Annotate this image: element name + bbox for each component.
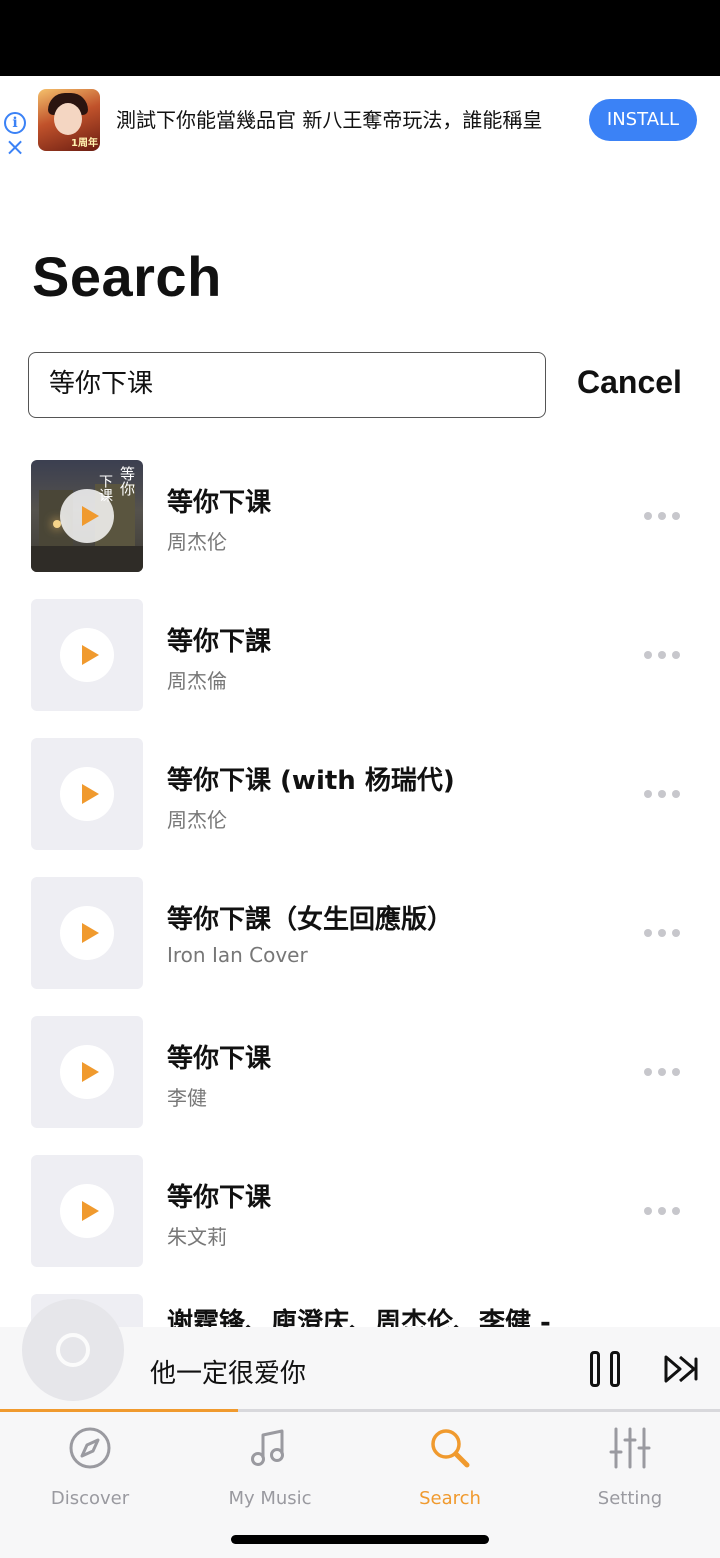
search-icon <box>431 1429 470 1468</box>
play-icon <box>82 645 99 665</box>
album-placeholder[interactable] <box>31 599 143 711</box>
ad-banner[interactable]: i × 1周年 測試下你能當幾品官 新八王奪帝玩法，誰能稱皇 INSTALL <box>0 76 720 172</box>
install-button[interactable]: INSTALL <box>589 99 697 141</box>
song-artist: 李健 <box>167 1086 207 1110</box>
ad-thumb-badge: 1周年 <box>71 138 98 149</box>
search-input[interactable]: 等你下课 <box>28 352 546 418</box>
list-item[interactable]: 等你 下课 等你下课 周杰伦 <box>0 460 720 572</box>
song-artist: 周杰倫 <box>167 669 227 693</box>
artwork-street <box>31 546 143 572</box>
now-playing-title[interactable]: 他一定很爱你 <box>150 1353 306 1390</box>
song-title: 等你下課（女生回應版） <box>167 905 454 935</box>
song-title: 等你下课 <box>167 1044 272 1074</box>
album-placeholder[interactable] <box>31 738 143 850</box>
more-options-button[interactable] <box>640 784 684 804</box>
tab-label: Search <box>419 1488 481 1509</box>
tab-search[interactable]: Search <box>360 1426 540 1516</box>
song-artist: 朱文莉 <box>167 1225 227 1249</box>
mini-player[interactable]: 他一定很爱你 <box>0 1299 720 1411</box>
more-options-button[interactable] <box>640 1201 684 1221</box>
song-artist: 周杰伦 <box>167 808 227 832</box>
tab-discover[interactable]: Discover <box>0 1426 180 1516</box>
home-indicator[interactable] <box>231 1535 489 1544</box>
song-title: 等你下課 <box>167 627 272 657</box>
song-title: 等你下课 (with 杨瑞代) <box>167 766 455 796</box>
play-icon <box>82 1201 99 1221</box>
play-icon <box>82 1062 99 1082</box>
more-options-button[interactable] <box>640 645 684 665</box>
play-button[interactable] <box>60 767 114 821</box>
tab-setting[interactable]: Setting <box>540 1426 720 1516</box>
music-note-icon <box>251 1429 284 1466</box>
play-button[interactable] <box>60 1045 114 1099</box>
tab-label: Setting <box>597 1488 663 1509</box>
ad-text[interactable]: 測試下你能當幾品官 新八王奪帝玩法，誰能稱皇 <box>116 104 576 133</box>
artwork-text: 等你 <box>118 466 136 496</box>
compass-icon <box>69 1427 111 1469</box>
song-artist: 周杰伦 <box>167 530 227 554</box>
status-bar <box>0 0 720 76</box>
album-placeholder[interactable] <box>31 1155 143 1267</box>
song-artist: Iron Ian Cover <box>167 943 308 967</box>
ad-thumb-face <box>54 103 82 135</box>
list-item[interactable]: 等你下课 朱文莉 <box>0 1155 720 1267</box>
pause-button[interactable] <box>590 1351 622 1387</box>
tab-my-music[interactable]: My Music <box>180 1426 360 1516</box>
music-disc-icon <box>56 1333 90 1367</box>
play-button[interactable] <box>60 1184 114 1238</box>
list-item[interactable]: 等你下课 (with 杨瑞代) 周杰伦 <box>0 738 720 850</box>
close-icon[interactable]: × <box>4 135 26 159</box>
tab-label: My Music <box>228 1488 312 1509</box>
album-placeholder[interactable] <box>31 1016 143 1128</box>
sliders-icon <box>609 1427 651 1469</box>
play-icon <box>82 784 99 804</box>
play-icon <box>82 506 99 526</box>
list-item[interactable]: 等你下课 李健 <box>0 1016 720 1128</box>
cancel-button[interactable]: Cancel <box>577 364 682 401</box>
play-button[interactable] <box>60 489 114 543</box>
fast-forward-icon[interactable] <box>662 1353 702 1385</box>
song-title: 等你下课 <box>167 1183 272 1213</box>
song-title: 等你下课 <box>167 488 272 518</box>
ad-thumbnail[interactable]: 1周年 <box>38 89 100 151</box>
play-icon <box>82 923 99 943</box>
album-placeholder[interactable] <box>31 877 143 989</box>
tab-label: Discover <box>50 1488 130 1509</box>
more-options-button[interactable] <box>640 1062 684 1082</box>
play-button[interactable] <box>60 628 114 682</box>
more-options-button[interactable] <box>640 506 684 526</box>
album-artwork[interactable]: 等你 下课 <box>31 460 143 572</box>
list-item[interactable]: 等你下課（女生回應版） Iron Ian Cover <box>0 877 720 989</box>
list-item[interactable]: 等你下課 周杰倫 <box>0 599 720 711</box>
page-title: Search <box>32 245 222 308</box>
now-playing-artwork[interactable] <box>22 1299 124 1401</box>
play-button[interactable] <box>60 906 114 960</box>
more-options-button[interactable] <box>640 923 684 943</box>
info-icon[interactable]: i <box>4 112 26 134</box>
